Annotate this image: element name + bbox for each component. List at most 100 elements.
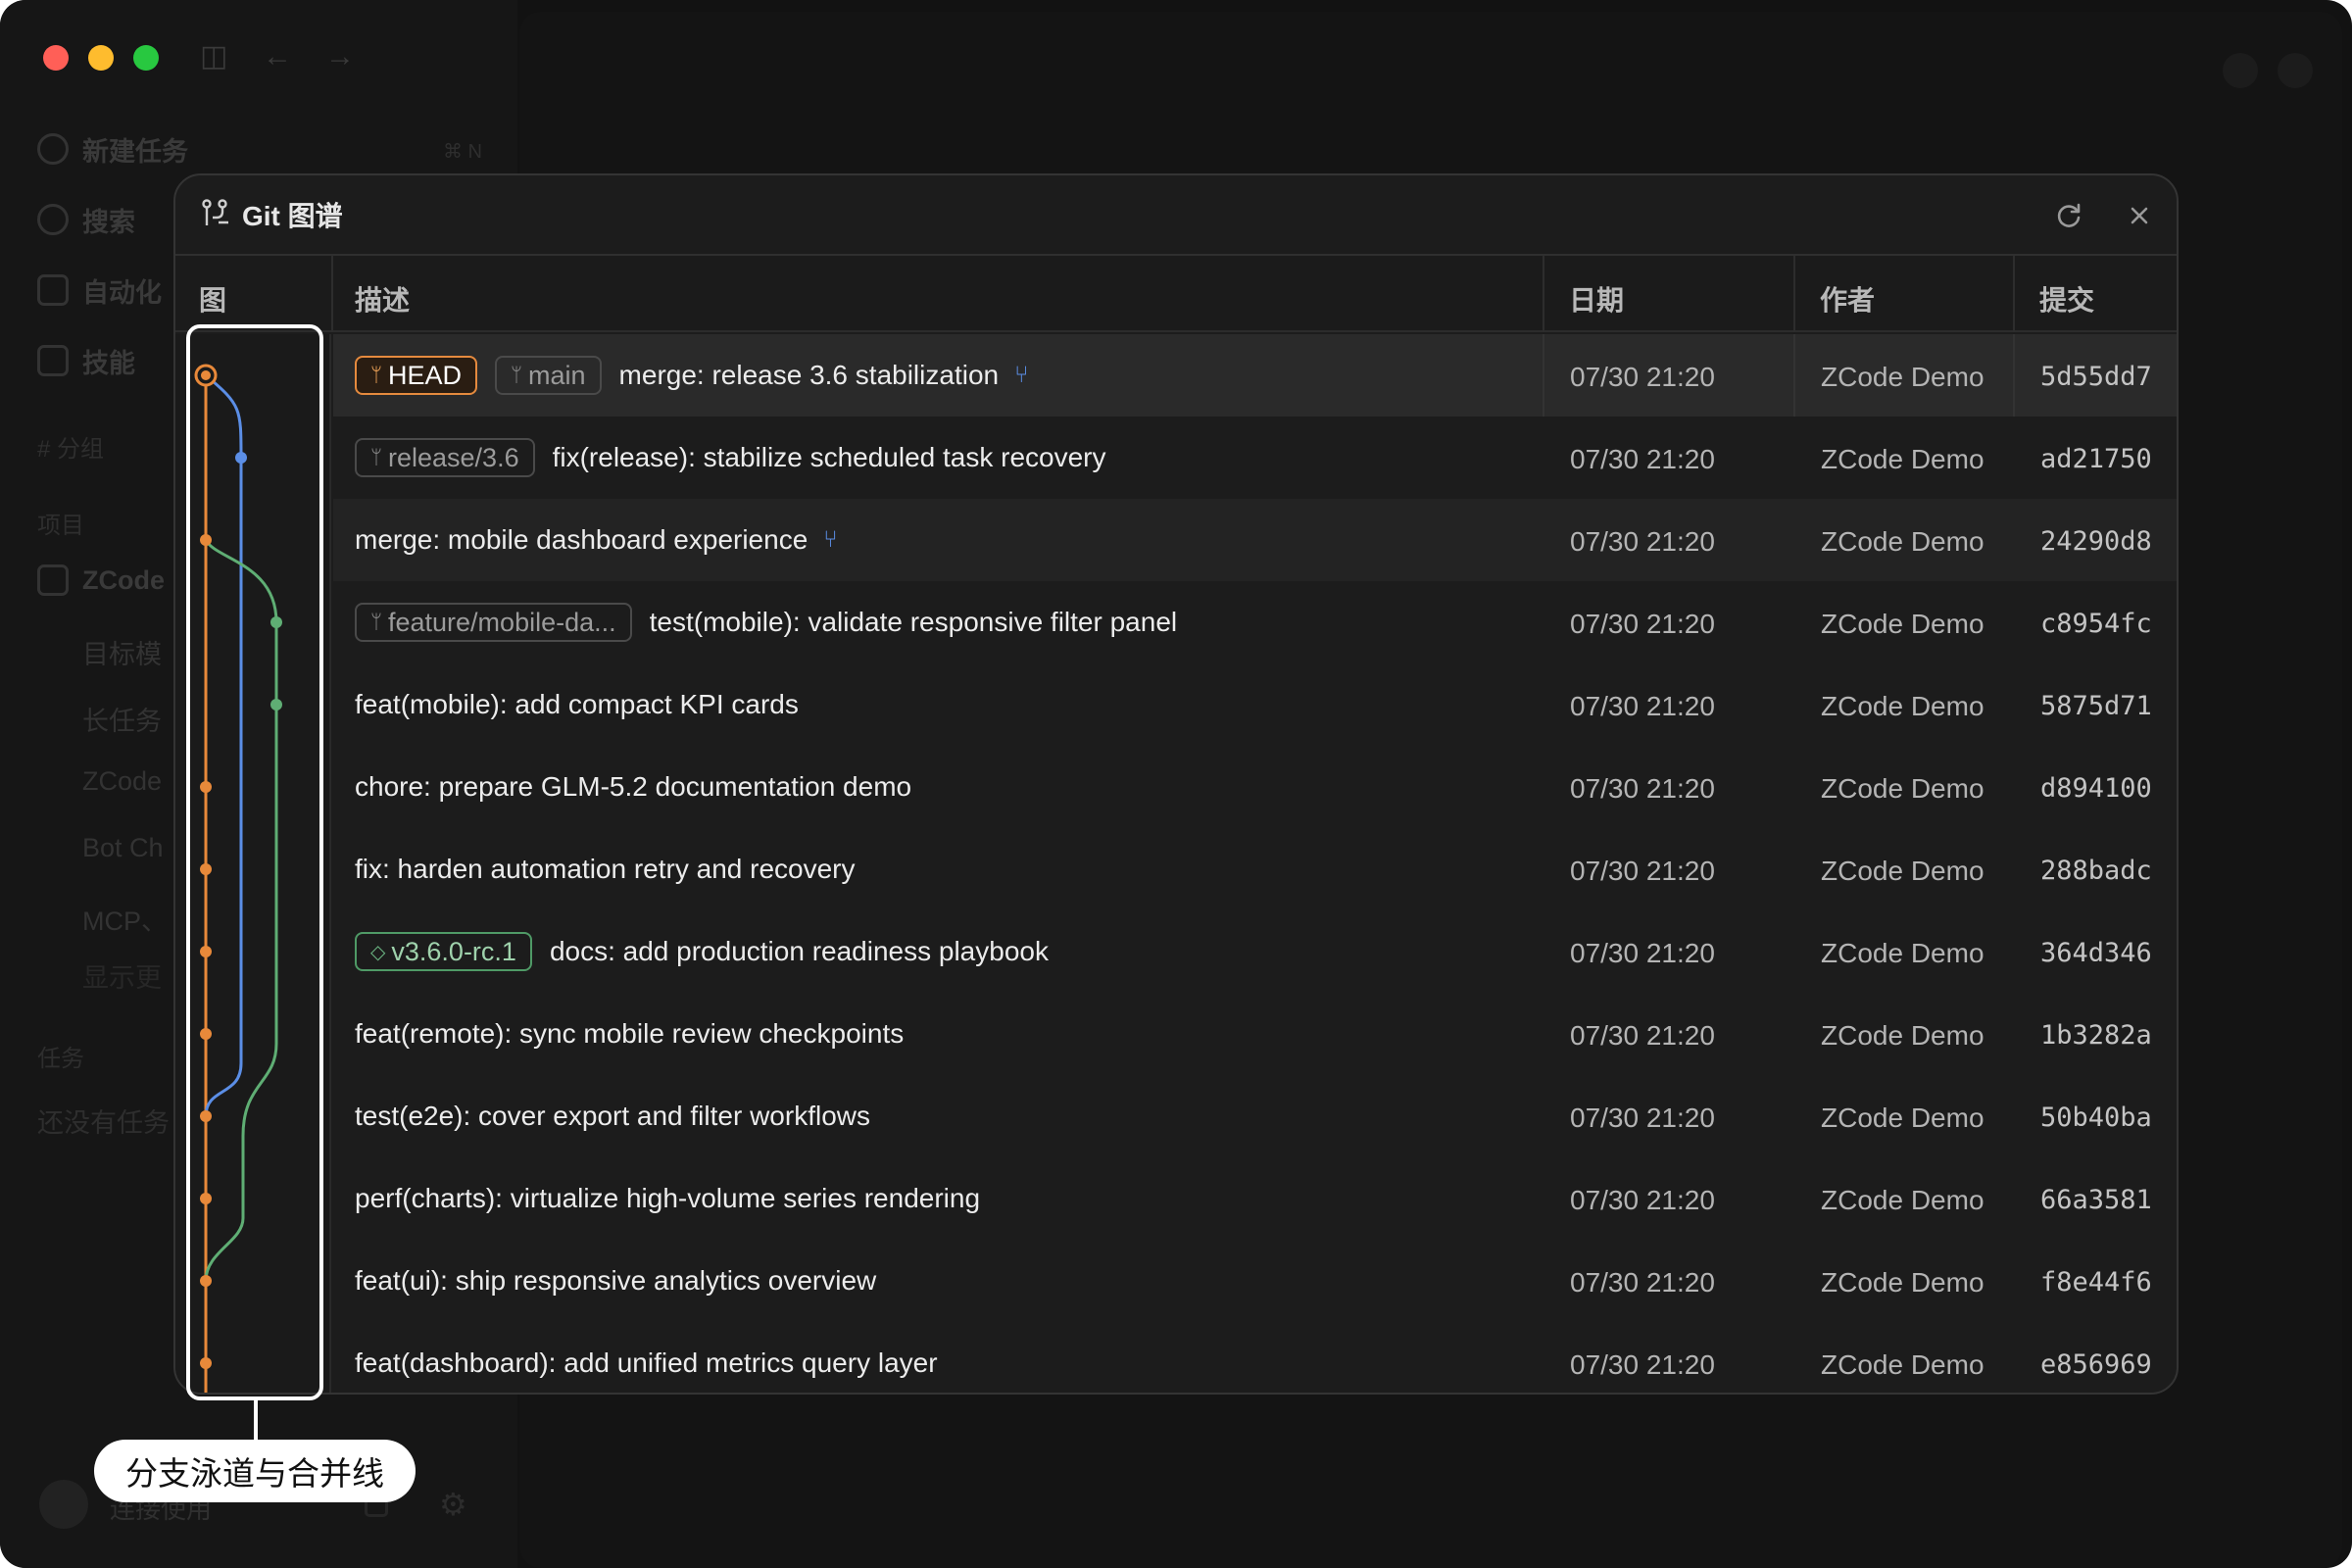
sidebar-item-search[interactable]: 搜索 — [37, 200, 135, 239]
callout-connector — [254, 1400, 258, 1442]
commit-date: 07/30 21:20 — [1570, 1102, 1715, 1133]
tag-badge[interactable]: ◇ v3.6.0-rc.1 — [355, 932, 532, 971]
commit-row[interactable]: chore: prepare GLM-5.2 documentation dem… — [333, 746, 2177, 828]
branch-badge[interactable]: ᛘ main — [495, 356, 602, 395]
projects-label: 项目 — [37, 513, 84, 539]
commit-date: 07/30 21:20 — [1570, 444, 1715, 474]
commit-date: 07/30 21:20 — [1570, 938, 1715, 968]
commit-hash[interactable]: 364d346 — [2040, 938, 2152, 968]
commit-hash[interactable]: 50b40ba — [2040, 1102, 2152, 1133]
commit-date: 07/30 21:20 — [1570, 609, 1715, 639]
project-item[interactable]: Bot Ch — [82, 833, 164, 863]
column-divider[interactable] — [1543, 256, 1544, 332]
commit-message: merge: release 3.6 stabilization — [618, 360, 1000, 390]
no-tasks-text: 还没有任务 — [37, 1108, 170, 1138]
commit-description: ᛘ feature/mobile-da... test(mobile): valid… — [355, 581, 1177, 663]
forward-arrow-icon[interactable]: → — [325, 41, 355, 73]
commit-date: 07/30 21:20 — [1570, 1267, 1715, 1298]
commit-date: 07/30 21:20 — [1570, 1349, 1715, 1380]
commit-message: feat(ui): ship responsive analytics over… — [355, 1265, 877, 1296]
refresh-icon[interactable] — [2051, 198, 2086, 233]
commit-message: feat(mobile): add compact KPI cards — [355, 689, 799, 719]
project-name: ZCode — [82, 564, 165, 595]
commit-message: chore: prepare GLM-5.2 documentation dem… — [355, 771, 912, 802]
commit-row[interactable]: perf(charts): virtualize high-volume ser… — [333, 1157, 2177, 1240]
callout-label: 分支泳道与合并线 — [94, 1440, 416, 1502]
gear-icon[interactable]: ⚙ — [439, 1486, 467, 1523]
commit-row[interactable]: fix: harden automation retry and recover… — [333, 828, 2177, 910]
commit-author: ZCode Demo — [1821, 1349, 1984, 1380]
back-arrow-icon[interactable]: ← — [263, 41, 292, 73]
tasks-label: 任务 — [37, 1046, 84, 1072]
branch-badge[interactable]: ᛘ release/3.6 — [355, 438, 535, 477]
commit-date: 07/30 21:20 — [1570, 526, 1715, 557]
sidebar-item-new-task[interactable]: 新建任务 — [37, 129, 188, 169]
commit-author: ZCode Demo — [1821, 773, 1984, 804]
main-toolbar-icon[interactable] — [2223, 53, 2258, 88]
commit-date: 07/30 21:20 — [1570, 773, 1715, 804]
sidebar-toggle-icon[interactable]: ◫ — [200, 41, 227, 73]
commit-row[interactable]: ◇ v3.6.0-rc.1 docs: add production readine… — [333, 910, 2177, 993]
project-item[interactable]: MCP、 — [82, 900, 168, 938]
commit-hash[interactable]: f8e44f6 — [2040, 1267, 2152, 1298]
commit-message: fix(release): stabilize scheduled task r… — [552, 442, 1106, 472]
project-item[interactable]: 长任务 — [82, 700, 162, 738]
commit-description: ᛘ release/3.6 fix(release): stabilize sche… — [355, 416, 1106, 499]
commit-description: merge: mobile dashboard experience ⑂ — [355, 499, 838, 581]
commit-message: fix: harden automation retry and recover… — [355, 854, 856, 884]
close-window-button[interactable] — [43, 45, 69, 71]
project-item[interactable]: ZCode — [82, 766, 162, 797]
commit-description: perf(charts): virtualize high-volume ser… — [355, 1157, 980, 1240]
commit-description: feat(dashboard): add unified metrics que… — [355, 1322, 938, 1393]
commit-hash[interactable]: 1b3282a — [2040, 1020, 2152, 1051]
sidebar-item-automation[interactable]: 自动化 — [37, 270, 162, 310]
zoom-window-button[interactable] — [133, 45, 159, 71]
close-icon[interactable] — [2122, 198, 2157, 233]
column-header-author: 作者 — [1820, 285, 1876, 316]
column-header-description: 描述 — [355, 285, 411, 316]
commit-hash[interactable]: c8954fc — [2040, 609, 2152, 639]
commit-description: feat(ui): ship responsive analytics over… — [355, 1240, 876, 1322]
commit-hash[interactable]: 288badc — [2040, 856, 2152, 886]
head-badge[interactable]: ᛘ HEAD — [355, 356, 478, 395]
column-divider[interactable] — [1793, 256, 1795, 332]
row-column-divider — [2013, 334, 2015, 416]
show-more-link[interactable]: 显示更 — [82, 956, 162, 995]
commit-hash[interactable]: ad21750 — [2040, 444, 2152, 474]
commit-row[interactable]: feat(ui): ship responsive analytics over… — [333, 1240, 2177, 1322]
commit-row[interactable]: ᛘ release/3.6 fix(release): stabilize sche… — [333, 416, 2177, 499]
commit-hash[interactable]: 66a3581 — [2040, 1185, 2152, 1215]
sidebar-item-skills[interactable]: 技能 — [37, 341, 135, 380]
commit-author: ZCode Demo — [1821, 1185, 1984, 1215]
badge-label: main — [528, 360, 586, 390]
branch-badge[interactable]: ᛘ feature/mobile-da... — [355, 603, 632, 642]
tag-icon: ◇ — [370, 941, 386, 963]
commit-hash[interactable]: 5d55dd7 — [2040, 362, 2152, 392]
group-label[interactable]: # 分组 — [37, 429, 104, 464]
avatar[interactable] — [39, 1480, 88, 1529]
main-toolbar-icon[interactable] — [2278, 53, 2313, 88]
sidebar-item-label: 自动化 — [82, 277, 162, 308]
sidebar-project-zcode[interactable]: ZCode — [37, 561, 165, 600]
commit-row[interactable]: feat(mobile): add compact KPI cards 07/30… — [333, 663, 2177, 746]
commit-row[interactable]: feat(remote): sync mobile review checkpo… — [333, 993, 2177, 1075]
column-divider[interactable] — [331, 256, 333, 332]
column-divider[interactable] — [2013, 256, 2015, 332]
column-header-row: 图 描述 日期 作者 提交 — [175, 256, 2177, 332]
project-item[interactable]: 目标模 — [82, 633, 162, 671]
commit-hash[interactable]: 24290d8 — [2040, 526, 2152, 557]
commit-description: test(e2e): cover export and filter workf… — [355, 1075, 870, 1157]
minimize-window-button[interactable] — [88, 45, 114, 71]
sidebar-item-label: 技能 — [82, 348, 135, 378]
commit-message: docs: add production readiness playbook — [549, 936, 1049, 966]
branch-icon: ᛘ — [370, 364, 382, 386]
commit-row[interactable]: test(e2e): cover export and filter workf… — [333, 1075, 2177, 1157]
commit-row[interactable]: ᛘ feature/mobile-da... test(mobile): valid… — [333, 581, 2177, 663]
commit-row[interactable]: ᛘ HEAD ᛘ main merge: release 3.6 stabilizati… — [333, 334, 2177, 416]
commit-row[interactable]: feat(dashboard): add unified metrics que… — [333, 1322, 2177, 1393]
commit-hash[interactable]: d894100 — [2040, 773, 2152, 804]
commit-hash[interactable]: e856969 — [2040, 1349, 2152, 1380]
commit-hash[interactable]: 5875d71 — [2040, 691, 2152, 721]
commit-row[interactable]: merge: mobile dashboard experience ⑂ 07/30… — [333, 499, 2177, 581]
commit-author: ZCode Demo — [1821, 1020, 1984, 1051]
